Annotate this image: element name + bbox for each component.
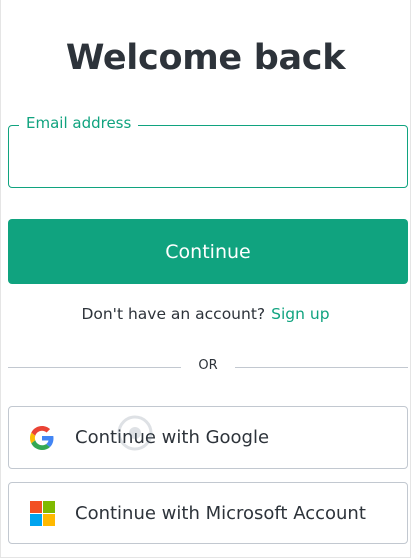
sign-up-link[interactable]: Sign up	[271, 305, 329, 323]
continue-with-microsoft-label: Continue with Microsoft Account	[75, 502, 366, 524]
email-field-container: Email address	[8, 113, 408, 188]
signup-prompt-text: Don't have an account?	[81, 305, 266, 323]
divider-text: OR	[198, 358, 218, 373]
continue-button[interactable]: Continue	[8, 219, 408, 284]
email-field[interactable]	[8, 125, 408, 188]
divider-line-right	[235, 367, 408, 368]
continue-with-google-button[interactable]: Continue with Google	[8, 406, 408, 469]
or-divider: OR	[8, 357, 408, 379]
email-field-label: Email address	[19, 113, 139, 133]
continue-with-google-label: Continue with Google	[75, 427, 270, 448]
signup-prompt-row: Don't have an account? Sign up	[1, 305, 410, 323]
microsoft-logo-icon	[29, 500, 55, 526]
google-logo-icon	[29, 425, 55, 451]
page-title: Welcome back	[65, 38, 346, 78]
continue-with-microsoft-button[interactable]: Continue with Microsoft Account	[8, 482, 408, 544]
